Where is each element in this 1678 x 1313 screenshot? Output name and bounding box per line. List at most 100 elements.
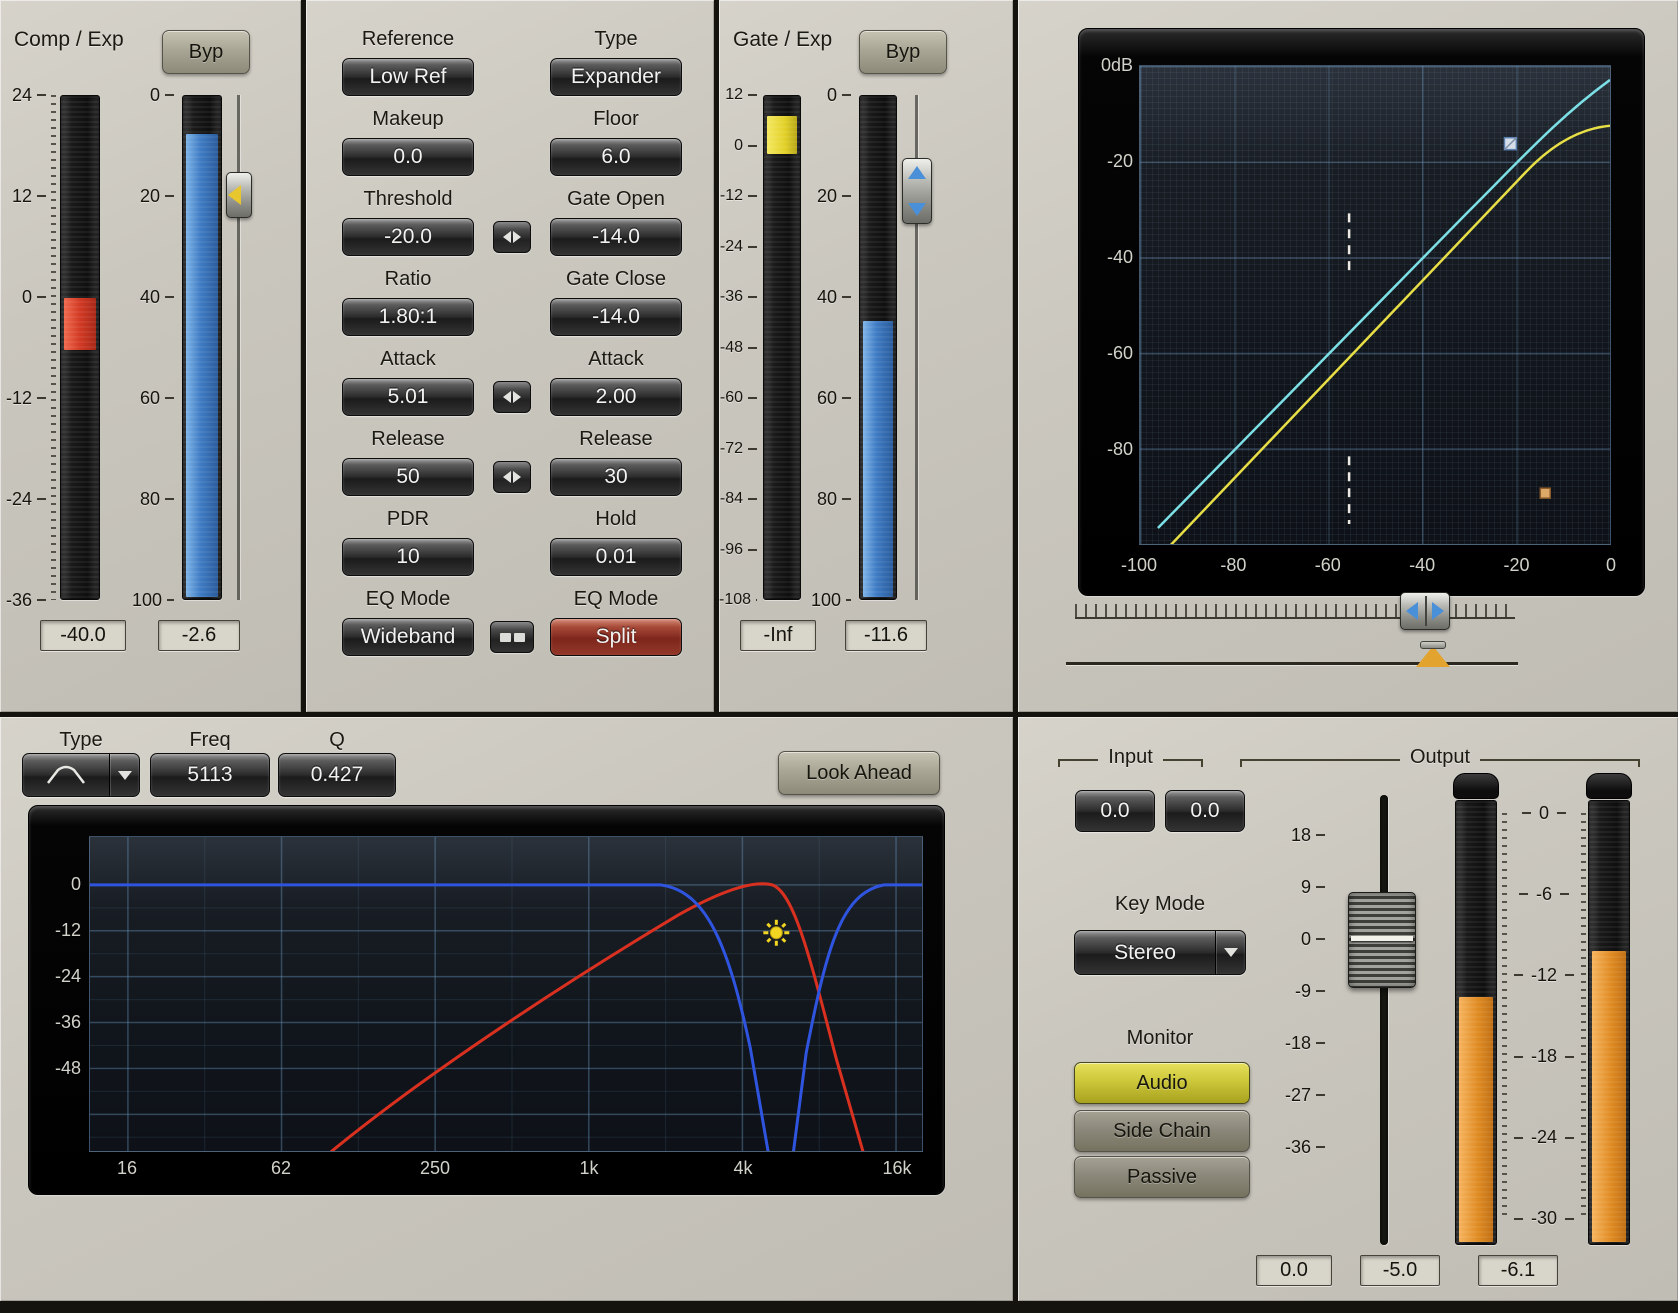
chevron-down-icon — [1224, 948, 1238, 957]
floor-value-button[interactable]: 6.0 — [550, 138, 682, 176]
comp-gr-readout: -2.6 — [158, 620, 240, 651]
gate-eq-mode-label: EQ Mode — [550, 588, 682, 611]
parameters-panel: Reference Low Ref Makeup 0.0 Threshold -… — [306, 0, 714, 712]
key-mode-arrow-button[interactable] — [1215, 931, 1245, 974]
transfer-position-slider-track[interactable] — [1066, 662, 1518, 665]
threshold-label: Threshold — [342, 188, 474, 211]
eq-split-icon — [514, 633, 525, 642]
output-label: Output — [1400, 746, 1480, 769]
key-mode-label: Key Mode — [1074, 893, 1246, 916]
link-left-arrow-icon — [503, 471, 511, 483]
output-meter-right-fill — [1592, 951, 1626, 1242]
comp-attack-value-button[interactable]: 5.01 — [342, 378, 474, 416]
q-label: Q — [278, 729, 396, 752]
gate-open-value-button[interactable]: -14.0 — [550, 218, 682, 256]
q-value-button[interactable]: 0.427 — [278, 753, 396, 797]
output-meter-left-readout: -5.0 — [1360, 1255, 1440, 1286]
filter-type-arrow-button[interactable] — [109, 754, 139, 796]
key-mode-dropdown[interactable]: Stereo — [1074, 930, 1246, 975]
eq-frequency-marker-sun[interactable] — [763, 920, 789, 946]
input-gain-right-button[interactable]: 0.0 — [1165, 790, 1245, 832]
transfer-position-handle[interactable] — [1416, 646, 1450, 667]
monitor-passive-button[interactable]: Passive — [1074, 1156, 1250, 1198]
chevron-down-icon — [118, 771, 132, 780]
freq-value-button[interactable]: 5113 — [150, 753, 270, 797]
gate-close-value-button[interactable]: -14.0 — [550, 298, 682, 336]
transfer-curves — [1140, 66, 1610, 544]
monitor-audio-button[interactable]: Audio — [1074, 1062, 1250, 1104]
transfer-x-axis: -100 -80 -60 -40 -20 0 — [1109, 555, 1641, 576]
comp-bypass-button[interactable]: Byp — [162, 30, 250, 74]
monitor-side-chain-button[interactable]: Side Chain — [1074, 1110, 1250, 1152]
eq-y-axis: 0 -12 -24 -36 -48 — [37, 875, 81, 1077]
ratio-label: Ratio — [342, 268, 474, 291]
eq-x-axis: 16 62 250 1k 4k 16k — [97, 1158, 927, 1179]
output-meter-right-readout: -6.1 — [1478, 1255, 1558, 1286]
comp-level-scale: 0 20 40 60 80 100 — [132, 86, 174, 609]
output-fader-knob[interactable] — [1348, 892, 1416, 988]
release-link-button[interactable] — [493, 461, 531, 493]
gate-open-label: Gate Open — [550, 188, 682, 211]
gate-attack-value-button[interactable]: 2.00 — [550, 378, 682, 416]
reference-value-button[interactable]: Low Ref — [342, 58, 474, 96]
gate-release-label: Release — [550, 428, 682, 451]
makeup-value-button[interactable]: 0.0 — [342, 138, 474, 176]
gate-handle-up-arrow-icon — [908, 166, 926, 179]
output-fader-scale: 18 9 0 -9 -18 -27 -36 — [1273, 826, 1325, 1156]
comp-eq-mode-label: EQ Mode — [342, 588, 474, 611]
hold-value-button[interactable]: 0.01 — [550, 538, 682, 576]
transfer-graph-panel: 0dB -20 -40 -60 -80 -100 — [1018, 0, 1678, 712]
range-right-arrow-icon — [1432, 602, 1444, 620]
ratio-value-button[interactable]: 1.80:1 — [342, 298, 474, 336]
transfer-curve-plot[interactable] — [1139, 65, 1611, 545]
link-left-arrow-icon — [503, 231, 511, 243]
threshold-link-button[interactable] — [493, 221, 531, 253]
transfer-position-handle-cap[interactable] — [1420, 641, 1446, 649]
output-meter-left-fill — [1459, 997, 1493, 1242]
link-right-arrow-icon — [513, 231, 521, 243]
output-meter-left — [1455, 800, 1497, 1245]
threshold-value-button[interactable]: -20.0 — [342, 218, 474, 256]
gate-close-label: Gate Close — [550, 268, 682, 291]
gate-bypass-button[interactable]: Byp — [859, 30, 947, 74]
eq-mode-link-button[interactable] — [490, 621, 534, 653]
link-right-arrow-icon — [513, 391, 521, 403]
comp-eq-mode-button[interactable]: Wideband — [342, 618, 474, 656]
fader-center-line — [1351, 936, 1413, 941]
comp-gr-minor-ticks — [51, 95, 56, 600]
comp-gain-reduction-meter — [60, 95, 100, 600]
attack-link-button[interactable] — [493, 381, 531, 413]
filter-type-dropdown[interactable] — [22, 753, 140, 797]
gate-threshold-slider-handle[interactable] — [902, 158, 932, 224]
transfer-curve-cyan — [1158, 80, 1610, 528]
output-meter-scale: 0 -6 -12 -18 -24 -30 — [1508, 804, 1580, 1228]
gate-db-scale: 12 0 -12 -24 -36 -48 -60 -72 -84 -96 -10… — [719, 86, 757, 609]
type-value-button[interactable]: Expander — [550, 58, 682, 96]
makeup-label: Makeup — [342, 108, 474, 131]
eq-curve-plot[interactable] — [89, 836, 923, 1152]
transfer-floor-handle[interactable] — [1540, 488, 1550, 498]
filter-type-label: Type — [22, 729, 140, 752]
input-gain-left-button[interactable]: 0.0 — [1075, 790, 1155, 832]
gate-eq-mode-button[interactable]: Split — [550, 618, 682, 656]
eq-graph-frame: 0 -12 -24 -36 -48 — [28, 805, 945, 1195]
gate-threshold-readout: -11.6 — [845, 620, 927, 651]
comp-threshold-slider-handle[interactable] — [226, 172, 252, 218]
gate-level-meter-fill — [863, 321, 893, 597]
comp-threshold-slider-track[interactable] — [237, 95, 240, 600]
look-ahead-button[interactable]: Look Ahead — [778, 751, 940, 795]
comp-gr-meter-fill — [64, 298, 96, 350]
left-meter-cap — [1453, 773, 1499, 799]
gate-release-value-button[interactable]: 30 — [550, 458, 682, 496]
link-left-arrow-icon — [503, 391, 511, 403]
pdr-value-button[interactable]: 10 — [342, 538, 474, 576]
gate-key-readout: -Inf — [740, 620, 816, 651]
output-fader-track[interactable] — [1380, 795, 1388, 1245]
comp-release-value-button[interactable]: 50 — [342, 458, 474, 496]
transfer-range-handle[interactable] — [1400, 592, 1450, 630]
transfer-curve-yellow — [1170, 126, 1610, 544]
comp-gr-scale: 24 12 0 -12 -24 -36 — [2, 86, 46, 609]
io-panel: Input 0.0 0.0 Output Key Mode Stereo Mon… — [1018, 717, 1678, 1301]
input-label: Input — [1098, 746, 1162, 769]
gate-level-scale: 0 20 40 60 80 100 — [811, 86, 851, 609]
